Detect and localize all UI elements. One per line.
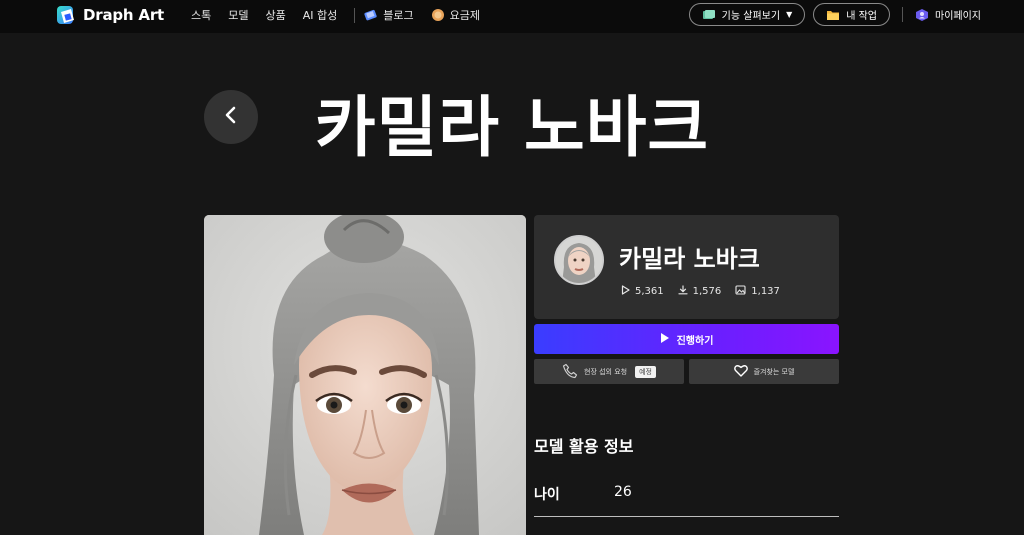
- nav-link-blog[interactable]: 블로그: [364, 7, 414, 23]
- nav-divider-right: [902, 7, 903, 22]
- image-icon: [735, 285, 751, 298]
- blog-icon: [364, 8, 378, 22]
- proceed-button[interactable]: 진행하기: [534, 324, 839, 354]
- blog-label: 블로그: [383, 9, 414, 22]
- favorite-model-label: 즐겨찾는 모델: [753, 367, 795, 376]
- row-divider: [534, 516, 839, 517]
- heart-icon: [733, 364, 754, 379]
- page-title: 카밀라 노바크: [314, 89, 710, 166]
- draph-logo-icon: [55, 4, 77, 26]
- downloads-stat: 1,576: [678, 285, 722, 298]
- age-label: 나이: [534, 487, 560, 503]
- onsite-request-button[interactable]: 현장 섭외 요청 예정: [534, 359, 684, 384]
- download-icon: [678, 285, 693, 298]
- views-count: 5,361: [635, 286, 664, 297]
- age-value: 26: [614, 484, 632, 500]
- explore-features-label: 기능 살펴보기: [721, 11, 781, 22]
- model-info-card: 카밀라 노바크 5,361 1,576 1,137: [534, 215, 839, 319]
- brand-logo[interactable]: Draph Art: [55, 4, 164, 26]
- nav-link-pricing[interactable]: 요금제: [431, 7, 480, 23]
- nav-link-stock[interactable]: 스톡: [191, 7, 211, 23]
- nav-divider: [354, 7, 356, 23]
- nav-link-ai-composite[interactable]: AI 합성: [303, 7, 338, 23]
- coin-icon: [431, 8, 445, 22]
- nav-link-product[interactable]: 상품: [266, 7, 286, 23]
- pricing-label: 요금제: [449, 9, 481, 22]
- images-stat: 1,137: [735, 285, 780, 298]
- cards-icon: [702, 9, 716, 21]
- chevron-down-icon: ▼: [786, 10, 793, 19]
- model-avatar: [554, 235, 604, 285]
- downloads-count: 1,576: [692, 286, 722, 297]
- model-stats: 5,361 1,576 1,137: [621, 285, 794, 298]
- user-box-icon: [915, 8, 929, 22]
- play-outline-icon: [621, 285, 635, 298]
- model-portrait-image: [204, 215, 526, 535]
- my-page-label: 마이페이지: [935, 11, 981, 22]
- model-name: 카밀라 노바크: [619, 245, 760, 273]
- views-stat: 5,361: [621, 285, 664, 298]
- my-page-link[interactable]: 마이페이지: [915, 7, 981, 22]
- coming-soon-badge: 예정: [635, 365, 656, 378]
- my-work-label: 내 작업: [846, 11, 877, 22]
- phone-icon: [562, 363, 584, 381]
- favorite-model-button[interactable]: 즐겨찾는 모델: [689, 359, 839, 384]
- brand-name: Draph Art: [83, 6, 164, 24]
- onsite-request-label: 현장 섭외 요청: [584, 367, 628, 376]
- images-count: 1,137: [751, 286, 780, 297]
- top-navbar: Draph Art 스톡 모델 상품 AI 합성 블로그 요금제 기능 살펴보기…: [0, 0, 1024, 33]
- nav-link-model[interactable]: 모델: [228, 7, 248, 23]
- play-icon: [660, 332, 677, 347]
- main-nav: 스톡 모델 상품 AI 합성 블로그 요금제: [191, 7, 497, 23]
- usage-info-title: 모델 활용 정보: [534, 437, 634, 456]
- folder-icon: [826, 9, 840, 21]
- nav-right-group: 기능 살펴보기 ▼ 내 작업 마이페이지: [688, 3, 981, 26]
- proceed-label: 진행하기: [676, 335, 714, 347]
- explore-features-button[interactable]: 기능 살펴보기 ▼: [688, 3, 806, 26]
- my-work-button[interactable]: 내 작업: [813, 3, 890, 26]
